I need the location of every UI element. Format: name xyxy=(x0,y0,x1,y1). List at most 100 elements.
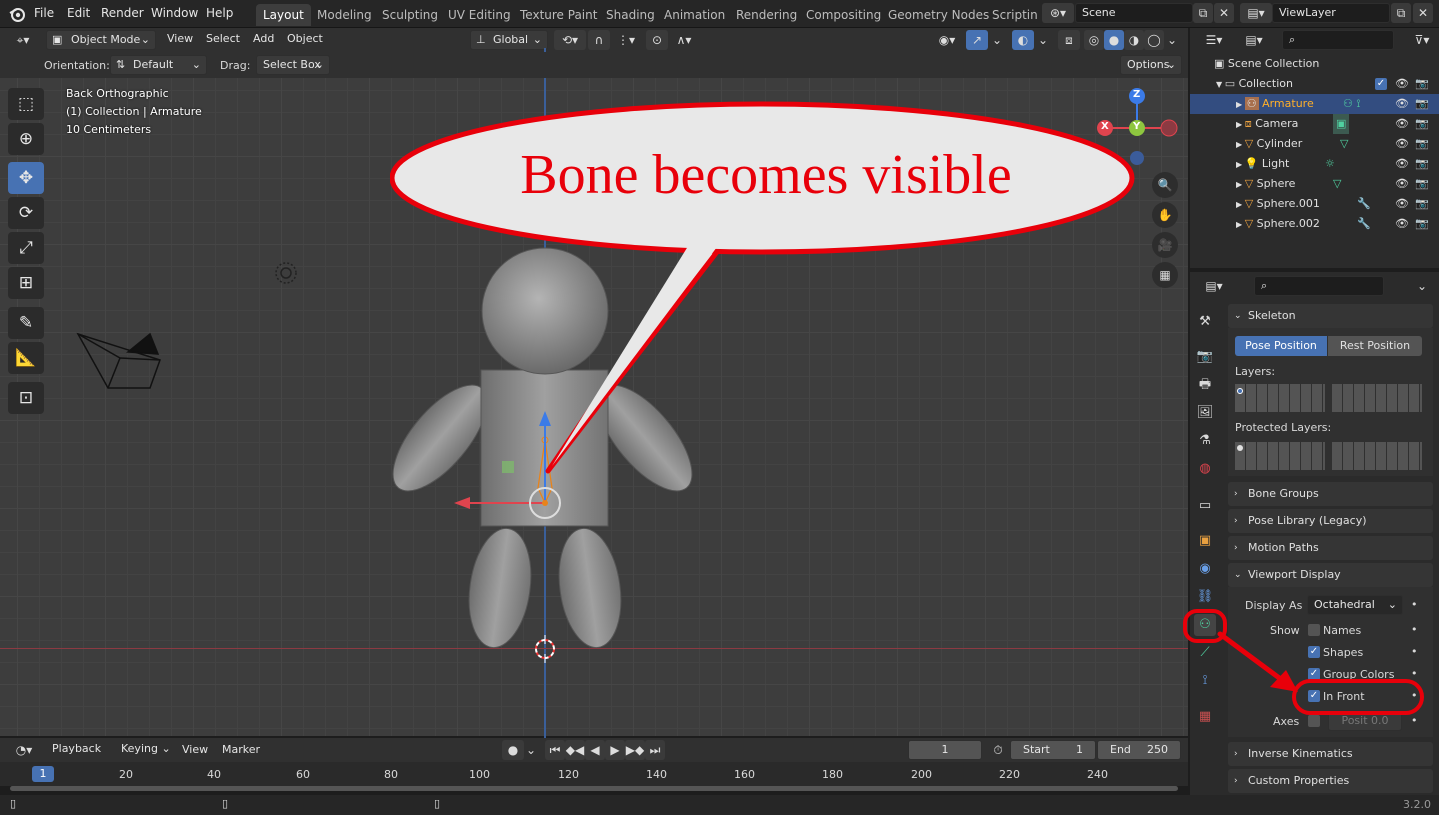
keying-dropdown[interactable]: Keying ⌄ xyxy=(115,740,175,760)
camera-render-icon[interactable]: 📷 xyxy=(1415,114,1429,134)
armature-render-icon[interactable]: 📷 xyxy=(1415,94,1429,114)
new-scene-icon[interactable]: ⧉ xyxy=(1193,3,1213,23)
outliner-display-mode-icon[interactable]: ▤▾ xyxy=(1238,30,1270,50)
sphere-render-icon[interactable]: 📷 xyxy=(1415,174,1429,194)
menu-file[interactable]: File xyxy=(34,6,54,20)
timeline-menu-marker[interactable]: Marker xyxy=(222,743,260,756)
expand-arrow-icon[interactable]: ▶ xyxy=(1236,180,1245,189)
shading-dropdown-icon[interactable]: ⌄ xyxy=(1164,30,1180,50)
shading-material-icon[interactable]: ◑ xyxy=(1124,30,1144,50)
shading-wireframe-icon[interactable]: ◎ xyxy=(1084,30,1104,50)
transform-orientation-dropdown[interactable]: ⊥ Global ⌄ xyxy=(470,30,548,50)
editor-type-icon[interactable]: ⌖▾ xyxy=(6,30,40,50)
expand-arrow-icon[interactable]: ▼ xyxy=(1216,80,1225,89)
skeleton-panel-header[interactable]: ⌄ Skeleton xyxy=(1228,304,1433,328)
render-tab-icon[interactable]: 📷 xyxy=(1194,346,1216,368)
sphere-001-eye-icon[interactable]: 👁 xyxy=(1395,194,1409,214)
expand-arrow-icon[interactable]: ▶ xyxy=(1236,220,1245,229)
collection-eye-icon[interactable]: 👁 xyxy=(1395,74,1409,94)
outliner-row-armature[interactable]: ▶ ⚇ Armature ⚇ ⟟ 👁 📷 xyxy=(1190,94,1439,114)
inverse-kinematics-panel-header[interactable]: › Inverse Kinematics xyxy=(1228,742,1433,766)
collection-exclude-checkbox[interactable]: ✓ xyxy=(1375,78,1387,90)
world-tab-icon[interactable]: ◍ xyxy=(1194,458,1216,480)
pose-position-button[interactable]: Pose Position xyxy=(1235,336,1327,356)
expand-arrow-icon[interactable]: ▶ xyxy=(1236,200,1245,209)
overlay-dropdown-icon[interactable]: ⌄ xyxy=(1036,30,1050,50)
pivot-point-icon[interactable]: ⟲▾ xyxy=(554,30,586,50)
collection-row[interactable]: ▼ ▭ Collection ✓ 👁 📷 xyxy=(1190,74,1439,94)
properties-search-input[interactable]: ⌕ xyxy=(1254,276,1384,296)
collection-tab-icon[interactable]: ▭ xyxy=(1194,495,1216,517)
3d-viewport[interactable]: Orientation: ⇅ Default ⌄ Drag: Select Box… xyxy=(0,48,1188,738)
menu-help[interactable]: Help xyxy=(206,6,233,20)
blender-logo-icon[interactable] xyxy=(8,5,26,23)
shading-rendered-icon[interactable]: ◯ xyxy=(1144,30,1164,50)
current-frame-field[interactable]: 1 xyxy=(908,740,982,760)
sphere-002-render-icon[interactable]: 📷 xyxy=(1415,214,1429,234)
protected-layers-grid-left[interactable] xyxy=(1235,442,1325,470)
tab-sculpting[interactable]: Sculpting xyxy=(375,4,445,26)
cylinder-eye-icon[interactable]: 👁 xyxy=(1395,134,1409,154)
viewport-menu-view[interactable]: View xyxy=(167,32,193,45)
light-render-icon[interactable]: 📷 xyxy=(1415,154,1429,174)
expand-arrow-icon[interactable]: ▶ xyxy=(1236,100,1245,109)
preview-range-icon[interactable]: ⏱ xyxy=(988,740,1008,760)
tab-geometry-nodes[interactable]: Geometry Nodes xyxy=(881,4,996,26)
viewlayer-field[interactable]: ViewLayer xyxy=(1272,3,1390,23)
viewlayer-browse-icon[interactable]: ▤▾ xyxy=(1240,3,1272,23)
overlay-toggle-icon[interactable]: ◐ xyxy=(1012,30,1034,50)
viewport-menu-object[interactable]: Object xyxy=(287,32,323,45)
timeline-editor-type-icon[interactable]: ◔▾ xyxy=(8,740,40,760)
ortho-toggle-icon[interactable]: ▦ xyxy=(1152,262,1178,288)
outliner-row-sphere[interactable]: ▶ ▽ Sphere ▽ 👁 📷 xyxy=(1190,174,1439,194)
expand-arrow-icon[interactable]: ▶ xyxy=(1236,160,1245,169)
outliner-search-input[interactable]: ⌕ xyxy=(1282,30,1394,50)
sphere-002-eye-icon[interactable]: 👁 xyxy=(1395,214,1409,234)
keyframe-dot-icon[interactable]: • xyxy=(1411,645,1418,658)
menu-edit[interactable]: Edit xyxy=(67,6,90,20)
timeline-scrollbar[interactable] xyxy=(10,786,1178,791)
cylinder-render-icon[interactable]: 📷 xyxy=(1415,134,1429,154)
tab-modeling[interactable]: Modeling xyxy=(310,4,379,26)
scene-field[interactable]: Scene xyxy=(1075,3,1193,23)
delete-viewlayer-icon[interactable]: ✕ xyxy=(1413,3,1433,23)
sphere-eye-icon[interactable]: 👁 xyxy=(1395,174,1409,194)
tab-rendering[interactable]: Rendering xyxy=(729,4,804,26)
playhead[interactable]: 1 xyxy=(32,766,54,782)
play-reverse-icon[interactable]: ◀ xyxy=(585,740,605,760)
snap-target-icon[interactable]: ⋮▾ xyxy=(611,30,641,50)
output-tab-icon[interactable]: 🖶 xyxy=(1194,374,1216,396)
custom-properties-panel-header[interactable]: › Custom Properties xyxy=(1228,769,1433,793)
expand-arrow-icon[interactable]: ▶ xyxy=(1236,140,1245,149)
layers-grid-right[interactable] xyxy=(1332,384,1422,412)
tool-tab-icon[interactable]: ⚒ xyxy=(1194,311,1216,333)
mode-dropdown[interactable]: Object Mode ⌄ ▣ xyxy=(46,30,156,50)
pose-library-panel-header[interactable]: › Pose Library (Legacy) xyxy=(1228,509,1433,533)
viewport-menu-add[interactable]: Add xyxy=(253,32,274,45)
viewport-display-panel-header[interactable]: ⌄ Viewport Display xyxy=(1228,563,1433,587)
properties-editor-type-icon[interactable]: ▤▾ xyxy=(1198,276,1230,296)
protected-layers-grid-right[interactable] xyxy=(1332,442,1422,470)
motion-paths-panel-header[interactable]: › Motion Paths xyxy=(1228,536,1433,560)
keyframe-dot-icon[interactable]: • xyxy=(1411,714,1418,727)
display-as-dropdown[interactable]: Octahedral ⌄ xyxy=(1307,595,1403,615)
outliner-row-cylinder[interactable]: ▶ ▽ Cylinder ▽ 👁 📷 xyxy=(1190,134,1439,154)
end-frame-field[interactable]: End 250 xyxy=(1097,740,1181,760)
gizmo-dropdown-icon[interactable]: ⌄ xyxy=(990,30,1004,50)
keyframe-dot-icon[interactable]: • xyxy=(1411,623,1418,636)
sphere-001-render-icon[interactable]: 📷 xyxy=(1415,194,1429,214)
snap-icon[interactable]: ∩ xyxy=(588,30,610,50)
menu-render[interactable]: Render xyxy=(101,6,144,20)
physics-tab-icon[interactable]: ◉ xyxy=(1194,558,1216,580)
next-keyframe-icon[interactable]: ▶◆ xyxy=(625,740,645,760)
options-dropdown[interactable]: Options ⌄ xyxy=(1120,55,1182,75)
zoom-icon[interactable]: 🔍 xyxy=(1152,172,1178,198)
layers-grid-left[interactable] xyxy=(1235,384,1325,412)
play-icon[interactable]: ▶ xyxy=(605,740,625,760)
tab-layout[interactable]: Layout xyxy=(256,4,311,26)
tab-animation[interactable]: Animation xyxy=(657,4,732,26)
start-frame-field[interactable]: Start 1 xyxy=(1010,740,1096,760)
object-tab-icon[interactable]: ▣ xyxy=(1194,530,1216,552)
constraints-tab-icon[interactable]: ⛓ xyxy=(1194,586,1216,608)
jump-end-icon[interactable]: ⏭ xyxy=(645,740,665,760)
